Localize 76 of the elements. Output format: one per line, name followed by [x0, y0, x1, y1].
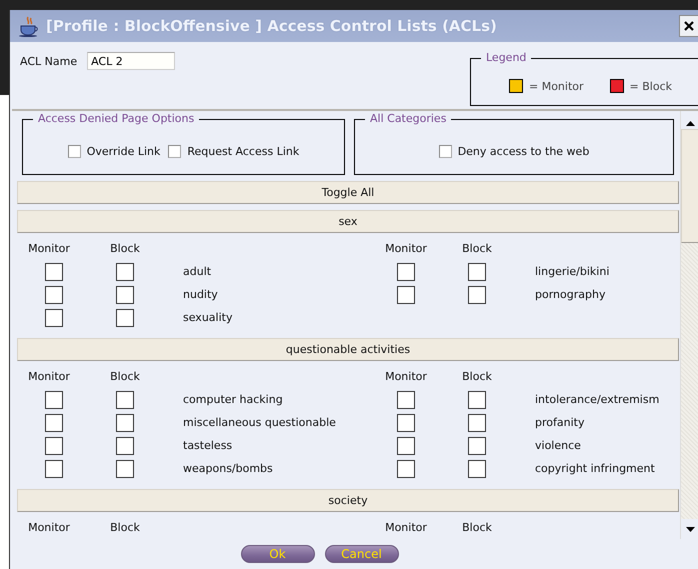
column-header: Block	[461, 521, 493, 534]
group-title: All Categories	[365, 112, 452, 125]
acl-name-field[interactable]: ACL 2	[87, 52, 176, 70]
checkbox[interactable]	[397, 436, 415, 454]
category-label: tasteless	[182, 439, 234, 452]
checkbox[interactable]	[45, 414, 63, 432]
category-label: sexuality	[182, 311, 234, 324]
checkbox-label: Deny access to the web	[458, 144, 590, 158]
coffee-cup-icon	[18, 15, 40, 37]
checkbox[interactable]	[468, 262, 486, 280]
category-label: computer hacking	[182, 393, 284, 406]
category-label: lingerie/bikini	[534, 265, 610, 278]
checkbox[interactable]	[468, 390, 486, 408]
category-label: profanity	[534, 416, 586, 429]
checkbox[interactable]	[468, 460, 486, 478]
legend-title: Legend	[481, 51, 532, 64]
checkbox[interactable]	[45, 436, 63, 454]
checkbox[interactable]	[168, 144, 182, 158]
checkbox[interactable]	[45, 460, 63, 478]
section-header[interactable]: society	[17, 489, 679, 512]
checkbox[interactable]	[468, 414, 486, 432]
checkbox[interactable]	[116, 286, 134, 304]
category-label: copyright infringment	[534, 462, 656, 475]
category-label: nudity	[182, 288, 219, 301]
checkbox[interactable]	[397, 414, 415, 432]
column-header: Monitor	[27, 242, 71, 255]
category-label: violence	[534, 439, 582, 452]
column-header: Block	[109, 521, 141, 534]
toggle-all-button[interactable]: Toggle All	[17, 181, 679, 204]
down-arrow-icon	[686, 526, 694, 532]
checkbox[interactable]	[116, 308, 134, 326]
checkbox[interactable]	[468, 286, 486, 304]
checkbox[interactable]	[397, 262, 415, 280]
checkbox[interactable]	[116, 390, 134, 408]
category-label: pornography	[534, 288, 606, 301]
section-header[interactable]: questionable activities	[17, 338, 679, 361]
column-header: Monitor	[384, 242, 428, 255]
checkbox[interactable]	[68, 144, 81, 158]
column-header: Monitor	[384, 521, 428, 534]
window-title: [Profile : BlockOffensive ] Access Control Lists (ACLs)	[46, 17, 498, 35]
checkbox[interactable]	[116, 414, 134, 432]
checkbox[interactable]	[45, 308, 63, 326]
checkbox[interactable]	[397, 390, 415, 408]
group-title: Access Denied Page Options	[33, 112, 200, 125]
checkbox[interactable]	[438, 144, 452, 158]
checkbox[interactable]	[45, 390, 63, 408]
column-header: Monitor	[384, 370, 428, 383]
scroll-thumb[interactable]	[681, 129, 698, 243]
up-arrow-icon	[686, 120, 694, 126]
close-icon	[684, 21, 694, 31]
column-header: Block	[109, 242, 141, 255]
checkbox[interactable]	[45, 262, 63, 280]
column-header: Monitor	[27, 521, 71, 534]
checkbox[interactable]	[45, 286, 63, 304]
checkbox[interactable]	[116, 460, 134, 478]
checkbox[interactable]	[116, 262, 134, 280]
column-header: Block	[461, 242, 493, 255]
category-label: intolerance/extremism	[534, 393, 660, 406]
category-label: miscellaneous questionable	[182, 416, 337, 429]
checkbox-label: Request Access Link	[187, 144, 300, 158]
checkbox[interactable]	[468, 436, 486, 454]
column-header: Monitor	[27, 370, 71, 383]
legend-label: = Monitor	[529, 80, 584, 92]
close-button[interactable]	[679, 15, 698, 37]
section-header[interactable]: sex	[17, 210, 679, 233]
legend-label: = Block	[630, 80, 672, 92]
acl-name-label: ACL Name	[20, 54, 78, 68]
checkbox[interactable]	[397, 460, 415, 478]
category-label: weapons/bombs	[182, 462, 274, 475]
column-header: Block	[461, 370, 493, 383]
checkbox-label: Override Link	[86, 144, 160, 158]
category-label: adult	[182, 265, 212, 278]
checkbox[interactable]	[397, 286, 415, 304]
scrollbar[interactable]	[680, 111, 698, 539]
column-header: Block	[109, 370, 141, 383]
checkbox[interactable]	[116, 436, 134, 454]
